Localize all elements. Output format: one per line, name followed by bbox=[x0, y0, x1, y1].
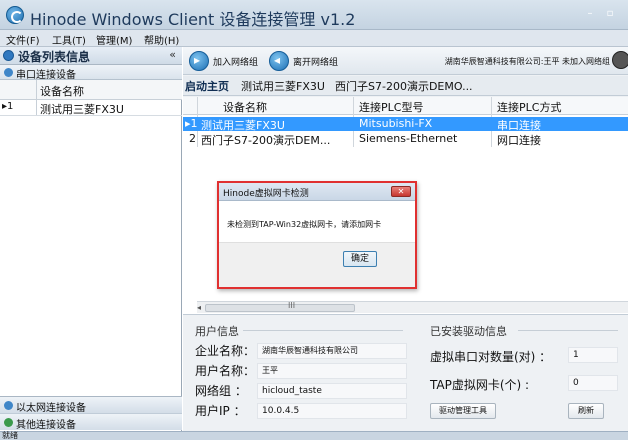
collapse-sidebar-button[interactable]: « bbox=[169, 48, 176, 61]
scroll-grip-icon: III bbox=[288, 301, 296, 310]
serial-pairs-field: 1 bbox=[568, 347, 618, 363]
tab-mitsubishi-fx3u[interactable]: 测试用三菱FX3U bbox=[239, 78, 327, 94]
menu-file[interactable]: 文件(F) bbox=[6, 32, 40, 47]
sidebar-column-device-name: 设备名称 bbox=[40, 85, 84, 98]
tap-count-label: TAP虚拟网卡(个) : bbox=[430, 378, 530, 392]
column-device-name[interactable]: 设备名称 bbox=[223, 99, 267, 115]
driver-management-button[interactable]: 驱动管理工具 bbox=[430, 403, 496, 419]
window-title: Hinode Windows Client 设备连接管理 v1.2 bbox=[30, 10, 356, 29]
device-list-icon bbox=[3, 50, 14, 61]
network-group-field: hicloud_taste bbox=[257, 383, 407, 399]
info-panel: 用户信息 企业名称： 湖南华辰智通科技有限公司 用户名称： 王平 网络组 ： h… bbox=[183, 317, 628, 431]
main-panel: ▸ 加入网络组 ◂ 离开网络组 湖南华辰智通科技有限公司:王平 未加入网络组 启… bbox=[183, 47, 628, 431]
tap-count-field: 0 bbox=[568, 375, 618, 391]
serial-devices-section[interactable]: 串口连接设备 bbox=[0, 65, 182, 81]
app-logo-icon bbox=[6, 6, 24, 24]
sidebar-grid-header: 设备名称 bbox=[0, 80, 182, 100]
other-section-icon bbox=[4, 418, 13, 427]
sidebar-title: 设备列表信息 bbox=[18, 50, 91, 64]
table-row[interactable]: ▸1 测试用三菱FX3U Mitsubishi-FX 串口连接 bbox=[183, 117, 628, 132]
row-number: ▸1 bbox=[185, 117, 198, 130]
menu-tools[interactable]: 工具(T) bbox=[52, 32, 86, 47]
user-avatar[interactable] bbox=[612, 51, 628, 69]
sidebar-device-row[interactable]: ▸1 测试用三菱FX3U bbox=[0, 100, 182, 116]
device-sidebar: 设备列表信息 « 串口连接设备 设备名称 ▸1 测试用三菱FX3U 以太网连接设… bbox=[0, 47, 182, 431]
plc-mode-cell: 网口连接 bbox=[497, 134, 541, 147]
company-label: 企业名称： bbox=[195, 344, 256, 358]
sidebar-header: 设备列表信息 « bbox=[0, 47, 182, 65]
minimize-button[interactable]: – bbox=[584, 8, 596, 20]
status-bar: 就绪 bbox=[0, 431, 628, 440]
leave-arrow-icon: ◂ bbox=[269, 51, 289, 71]
join-network-group-label: 加入网络组 bbox=[213, 58, 259, 68]
toolbar: ▸ 加入网络组 ◂ 离开网络组 湖南华辰智通科技有限公司:王平 未加入网络组 bbox=[183, 47, 628, 75]
user-status-text: 湖南华辰智通科技有限公司:王平 未加入网络组 bbox=[444, 57, 610, 66]
dialog-close-button[interactable]: ✕ bbox=[391, 186, 411, 197]
virtual-nic-dialog: Hinode虚拟网卡检测 ✕ 未检测到TAP-Win32虚拟网卡，请添加网卡 确… bbox=[217, 181, 417, 289]
menu-manage[interactable]: 管理(M) bbox=[96, 32, 132, 47]
leave-network-group-button[interactable]: ◂ 离开网络组 bbox=[269, 51, 343, 71]
join-network-group-button[interactable]: ▸ 加入网络组 bbox=[189, 51, 263, 71]
maximize-button[interactable]: ▫ bbox=[604, 8, 616, 20]
title-bar: Hinode Windows Client 设备连接管理 v1.2 – ▫ bbox=[0, 0, 628, 30]
scrollbar-thumb[interactable]: III bbox=[205, 301, 355, 312]
driver-info-title: 已安装驱动信息 bbox=[430, 325, 507, 338]
tab-siemens-s7-200[interactable]: 西门子S7-200演示DEMO... bbox=[333, 78, 475, 94]
tab-strip: 启动主页 测试用三菱FX3U 西门子S7-200演示DEMO... bbox=[183, 76, 628, 96]
serial-section-label: 串口连接设备 bbox=[16, 70, 76, 81]
row-indicator: ▸1 bbox=[2, 101, 14, 112]
plc-mode-cell: 串口连接 bbox=[497, 119, 541, 132]
dialog-title: Hinode虚拟网卡检测 bbox=[223, 189, 309, 199]
sidebar-device-name: 测试用三菱FX3U bbox=[40, 103, 124, 116]
username-label: 用户名称： bbox=[195, 364, 256, 378]
dialog-ok-button[interactable]: 确定 bbox=[343, 251, 377, 267]
user-info-title: 用户信息 bbox=[195, 325, 239, 338]
username-field: 王平 bbox=[257, 363, 407, 379]
dialog-footer: 确定 bbox=[219, 242, 415, 287]
plc-model-cell: Mitsubishi-FX bbox=[359, 117, 433, 130]
horizontal-scrollbar[interactable]: ◂ III bbox=[197, 301, 628, 313]
menu-bar: 文件(F) 工具(T) 管理(M) 帮助(H) bbox=[0, 30, 628, 47]
status-text: 就绪 bbox=[2, 431, 18, 440]
other-section-label: 其他连接设备 bbox=[16, 420, 76, 431]
ethernet-devices-section[interactable]: 以太网连接设备 bbox=[0, 396, 182, 414]
user-ip-field: 10.0.4.5 bbox=[257, 403, 407, 419]
table-row[interactable]: 2 西门子S7-200演示DEM... Siemens-Ethernet 网口连… bbox=[183, 132, 628, 147]
plc-model-cell: Siemens-Ethernet bbox=[359, 132, 458, 145]
join-arrow-icon: ▸ bbox=[189, 51, 209, 71]
column-plc-model[interactable]: 连接PLC型号 bbox=[359, 99, 423, 115]
serial-pairs-label: 虚拟串口对数量(对) ： bbox=[430, 350, 552, 364]
device-name-cell: 测试用三菱FX3U bbox=[201, 119, 285, 132]
divider bbox=[243, 330, 403, 331]
ethernet-section-icon bbox=[4, 401, 13, 410]
refresh-button[interactable]: 刷新 bbox=[568, 403, 604, 419]
other-devices-section[interactable]: 其他连接设备 bbox=[0, 413, 182, 431]
column-plc-mode[interactable]: 连接PLC方式 bbox=[497, 99, 561, 115]
dialog-title-bar: Hinode虚拟网卡检测 ✕ bbox=[219, 183, 415, 201]
dialog-body: 未检测到TAP-Win32虚拟网卡，请添加网卡 bbox=[219, 202, 415, 242]
grid-header: 设备名称 连接PLC型号 连接PLC方式 bbox=[183, 97, 628, 115]
divider bbox=[518, 330, 618, 331]
dialog-message: 未检测到TAP-Win32虚拟网卡，请添加网卡 bbox=[227, 220, 382, 229]
device-name-cell: 西门子S7-200演示DEM... bbox=[201, 134, 331, 147]
row-number: 2 bbox=[189, 132, 196, 145]
user-ip-label: 用户IP ： bbox=[195, 404, 246, 418]
tab-home[interactable]: 启动主页 bbox=[183, 78, 231, 94]
menu-help[interactable]: 帮助(H) bbox=[144, 32, 179, 47]
scroll-left-icon[interactable]: ◂ bbox=[197, 303, 201, 312]
ethernet-section-label: 以太网连接设备 bbox=[16, 403, 86, 414]
leave-network-group-label: 离开网络组 bbox=[293, 58, 339, 68]
company-field: 湖南华辰智通科技有限公司 bbox=[257, 343, 407, 359]
network-group-label: 网络组 ： bbox=[195, 384, 247, 398]
serial-section-icon bbox=[4, 68, 13, 77]
